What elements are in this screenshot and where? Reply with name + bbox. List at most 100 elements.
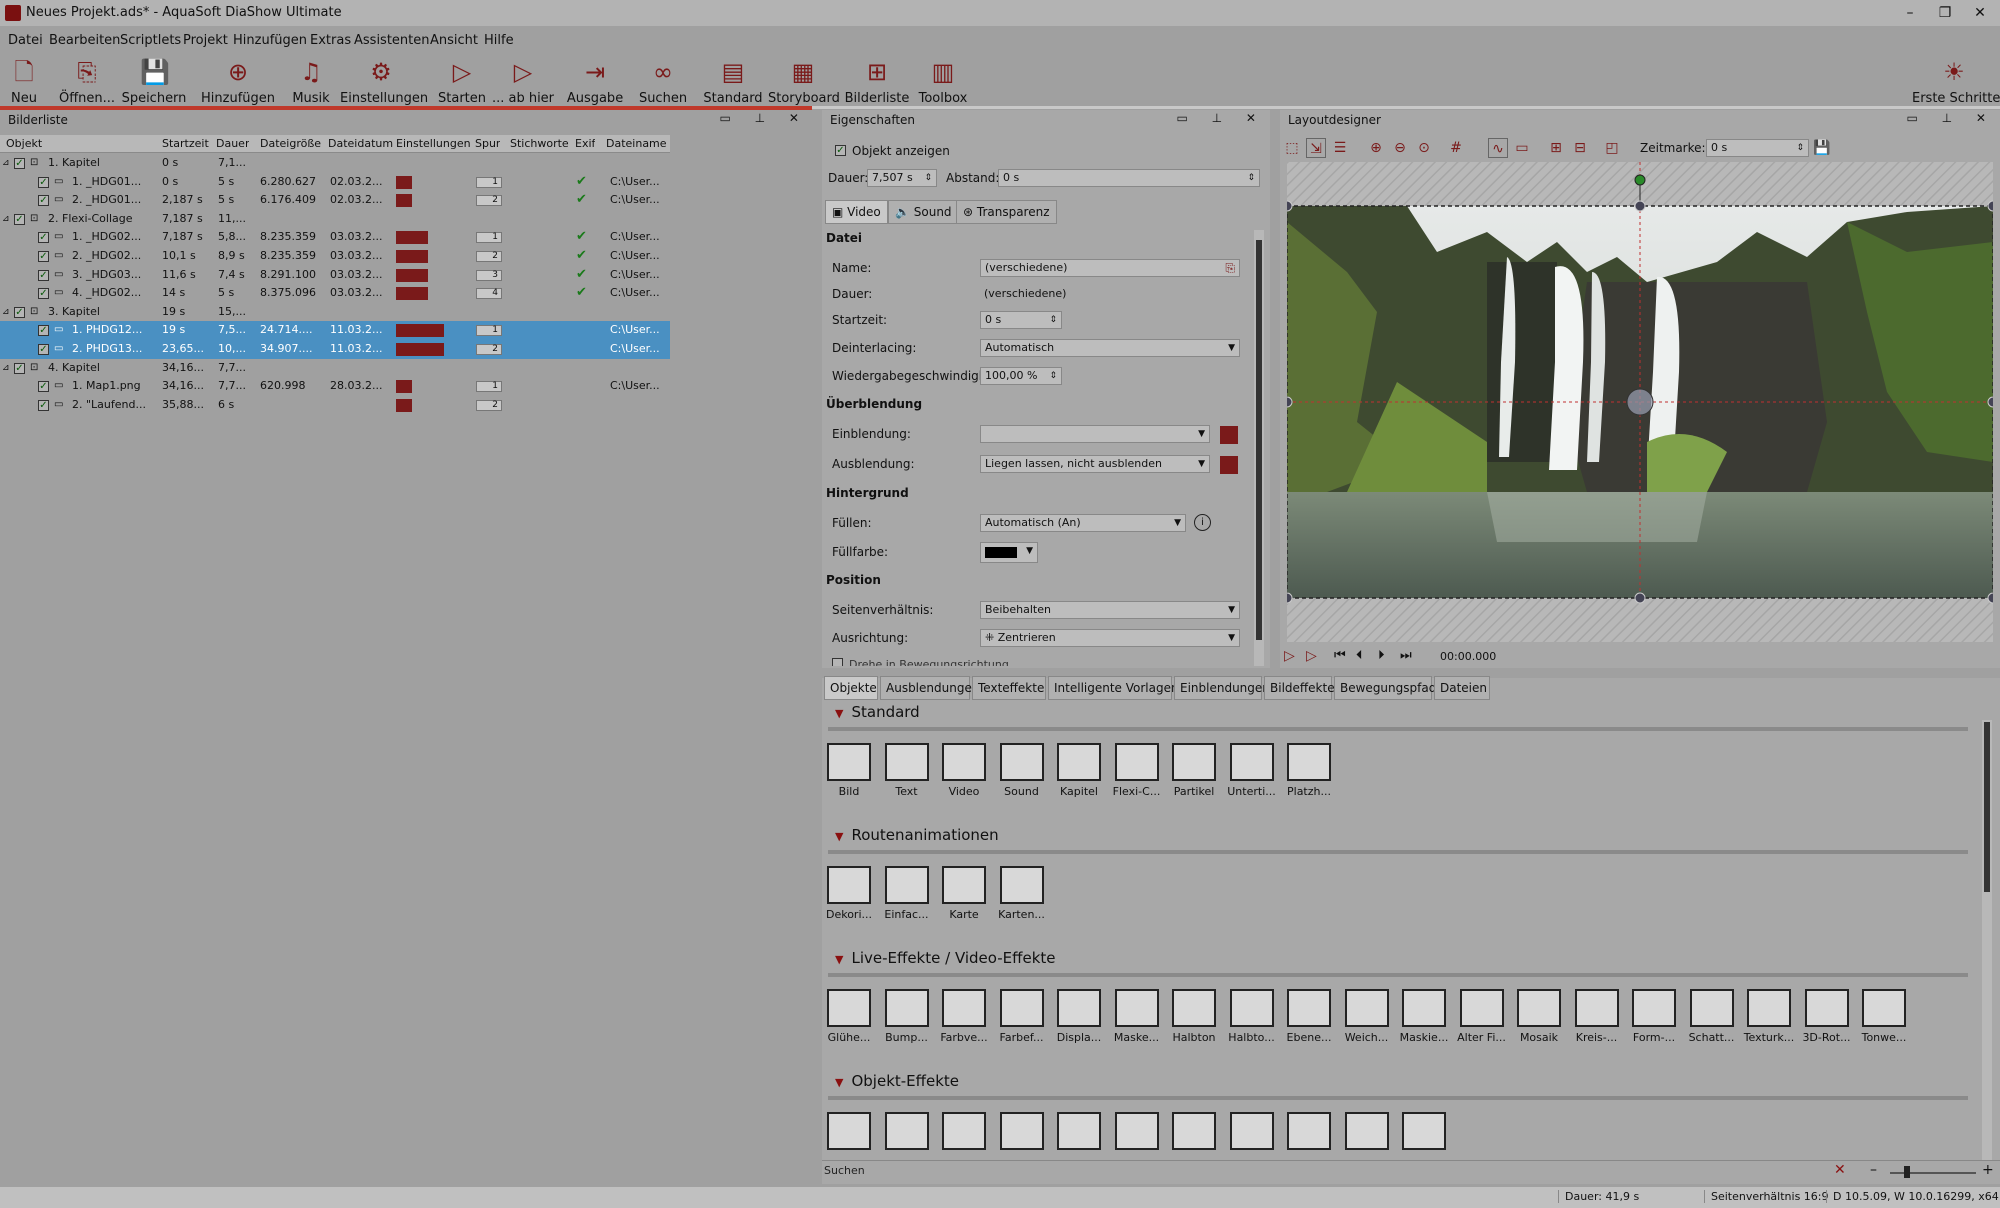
- row-checkbox[interactable]: ✓: [38, 251, 49, 262]
- library-item[interactable]: [1109, 1112, 1165, 1150]
- toolbox-scrollbar[interactable]: [1982, 720, 1992, 1160]
- row-checkbox[interactable]: ✓: [14, 306, 25, 318]
- seitenverhaeltnis-select[interactable]: Beibehalten ▼: [980, 601, 1240, 619]
- menu-assistenten[interactable]: Assistenten: [354, 33, 430, 48]
- open-button[interactable]: ⎘ Öffnen...: [59, 56, 115, 106]
- zoom-in-icon[interactable]: ⊕: [1366, 138, 1386, 158]
- grid-icon[interactable]: #: [1446, 138, 1466, 158]
- effect-settings-icon[interactable]: [428, 324, 444, 338]
- browse-icon[interactable]: ⎘: [1225, 260, 1235, 276]
- col-dateidatum[interactable]: Dateidatum: [328, 137, 393, 150]
- tab-texteffekte[interactable]: Texteffekte: [972, 676, 1046, 700]
- library-item[interactable]: Weich...: [1339, 989, 1395, 1044]
- library-item[interactable]: [1281, 1112, 1337, 1150]
- library-item[interactable]: Bild: [821, 743, 877, 798]
- library-item[interactable]: 3D-Rot...: [1799, 989, 1855, 1044]
- library-item[interactable]: Schatt...: [1684, 989, 1740, 1044]
- clear-search-icon[interactable]: ✕: [1834, 1162, 1846, 1178]
- row-checkbox[interactable]: ✓: [38, 288, 49, 300]
- panel-controls[interactable]: ▭ ⊥ ✕: [1177, 111, 1266, 125]
- minimize-button[interactable]: –: [1890, 2, 1930, 24]
- scrollbar-thumb[interactable]: [1984, 722, 1990, 892]
- row-checkbox[interactable]: ✓: [14, 362, 25, 374]
- library-item[interactable]: Glühe...: [821, 989, 877, 1044]
- library-item[interactable]: Karte: [936, 866, 992, 921]
- effect-settings-icon[interactable]: [396, 175, 412, 189]
- table-row[interactable]: ✓ ▭ 2. PHDG13... 23,65... 10,... 34.907.... 11…: [0, 340, 670, 359]
- col-exif[interactable]: Exif: [575, 137, 595, 150]
- library-item[interactable]: [821, 1112, 877, 1150]
- category-header[interactable]: ▼ Standard: [835, 703, 920, 721]
- tab-sound[interactable]: 🔈 Sound: [888, 200, 959, 224]
- effect-settings-icon[interactable]: [396, 398, 412, 412]
- thumb-size-slider[interactable]: [1890, 1172, 1976, 1174]
- library-item[interactable]: Partikel: [1166, 743, 1222, 798]
- transition-icon[interactable]: [1220, 426, 1238, 444]
- collapse-triangle-icon[interactable]: ▼: [835, 1076, 843, 1089]
- new-button[interactable]: 🗋 Neu: [4, 56, 44, 106]
- layer-icon[interactable]: ◰: [1602, 138, 1622, 158]
- col-objekt[interactable]: Objekt: [6, 137, 42, 150]
- scrollbar-thumb[interactable]: [1256, 240, 1262, 640]
- play-from-here-icon[interactable]: ▷: [1306, 648, 1317, 664]
- row-checkbox[interactable]: ✓: [14, 213, 25, 225]
- tab-video[interactable]: ▣ Video: [825, 200, 888, 224]
- category-header[interactable]: ▼ Objekt-Effekte: [835, 1072, 959, 1090]
- ausrichtung-select[interactable]: ⁜ Zentrieren ▼: [980, 629, 1240, 647]
- tree-expander-icon[interactable]: ⊿: [2, 154, 10, 172]
- table-row[interactable]: ✓ ▭ 2. _HDG01... 2,187 s 5 s 6.176.409 02.03.2…: [0, 191, 670, 210]
- first-steps-button[interactable]: ☀ Erste Schritte: [1912, 56, 2000, 106]
- timeline-tool-icon[interactable]: ☰: [1330, 138, 1350, 158]
- library-item[interactable]: Kapitel: [1051, 743, 1107, 798]
- zoom-out-icon[interactable]: –: [1870, 1162, 1877, 1178]
- col-dateiname[interactable]: Dateiname: [606, 137, 667, 150]
- tab-bewegungspfade[interactable]: Bewegungspfade: [1334, 676, 1444, 700]
- library-item[interactable]: Dekori...: [821, 866, 877, 921]
- library-item[interactable]: Farbve...: [936, 989, 992, 1044]
- col-startzeit[interactable]: Startzeit: [162, 137, 209, 150]
- play-from-here-button[interactable]: ▷... ab hier: [492, 56, 554, 106]
- menu-projekt[interactable]: Projekt: [183, 33, 228, 48]
- center-handle[interactable]: [1626, 388, 1654, 416]
- wiedergabe-field[interactable]: 100,00 % ⇕: [980, 367, 1062, 385]
- effect-settings-icon[interactable]: [412, 268, 428, 282]
- effect-settings-icon[interactable]: [396, 194, 412, 208]
- tree-expander-icon[interactable]: ⊿: [2, 303, 10, 321]
- effect-settings-icon[interactable]: [412, 250, 428, 263]
- export-button[interactable]: ⇥ Ausgabe: [567, 56, 623, 106]
- row-checkbox[interactable]: ✓: [38, 325, 49, 337]
- table-row[interactable]: ⊿ ✓ ⊡ 2. Flexi-Collage 7,187 s 11,...: [0, 210, 670, 229]
- tree-expander-icon[interactable]: ⊿: [2, 210, 10, 228]
- close-button[interactable]: ✕: [1960, 2, 2000, 24]
- menu-extras[interactable]: Extras: [310, 33, 351, 48]
- tab-intelligente-vorlagen[interactable]: Intelligente Vorlagen: [1048, 676, 1179, 700]
- table-row[interactable]: ✓ ▭ 2. "Laufend... 35,88... 6 s 2: [0, 396, 670, 415]
- row-checkbox[interactable]: ✓: [38, 381, 49, 393]
- fast-forward-icon[interactable]: ⏭: [1400, 648, 1412, 663]
- library-item[interactable]: Texturk...: [1741, 989, 1797, 1044]
- collapse-triangle-icon[interactable]: ▼: [835, 707, 843, 720]
- tree-expander-icon[interactable]: ⊿: [2, 359, 10, 377]
- library-item[interactable]: [1396, 1112, 1452, 1150]
- next-frame-icon[interactable]: ⏵: [1378, 648, 1385, 663]
- col-dauer[interactable]: Dauer: [216, 137, 249, 150]
- menu-hilfe[interactable]: Hilfe: [484, 33, 514, 48]
- library-item[interactable]: Halbto...: [1224, 989, 1280, 1044]
- table-row[interactable]: ✓ ▭ 3. _HDG03... 11,6 s 7,4 s 8.291.100 03.03.…: [0, 266, 670, 285]
- ausblendung-select[interactable]: Liegen lassen, nicht ausblenden ▼: [980, 455, 1210, 473]
- library-item[interactable]: [1224, 1112, 1280, 1150]
- abstand-field[interactable]: 0 s ⇕: [998, 169, 1260, 187]
- zoom-out-icon[interactable]: ⊖: [1390, 138, 1410, 158]
- col-dateigroesse[interactable]: Dateigröße: [260, 137, 321, 150]
- move-tool-icon[interactable]: ⇲: [1306, 138, 1326, 158]
- startzeit-field[interactable]: 0 s ⇕: [980, 311, 1062, 329]
- library-item[interactable]: [936, 1112, 992, 1150]
- effect-settings-icon[interactable]: [396, 231, 412, 245]
- effect-settings-icon[interactable]: [412, 324, 428, 338]
- effect-settings-icon[interactable]: [396, 324, 412, 338]
- library-item[interactable]: Sound: [994, 743, 1050, 798]
- storyboard-button[interactable]: ▦ Storyboard: [768, 56, 840, 106]
- show-object-checkbox[interactable]: ✓: [835, 145, 846, 156]
- library-item[interactable]: Alter Fi...: [1454, 989, 1510, 1044]
- slider-handle[interactable]: [1904, 1166, 1910, 1178]
